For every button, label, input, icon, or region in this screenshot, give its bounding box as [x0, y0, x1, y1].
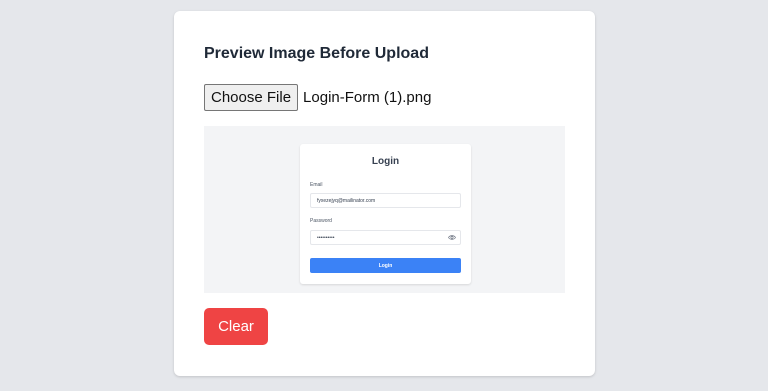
choose-file-button[interactable]: Choose File [204, 83, 299, 111]
preview-password-value: •••••••••• [317, 234, 335, 241]
preview-login-button: Login [310, 258, 461, 273]
preview-email-label: Email [310, 182, 323, 188]
preview-email-field: fyxezejyq@mailinator.com [310, 193, 461, 208]
preview-password-field: •••••••••• [310, 230, 461, 245]
preview-login-card: Login Email fyxezejyq@mailinator.com Pas… [300, 144, 471, 284]
eye-icon [448, 235, 456, 240]
upload-card: Preview Image Before Upload Choose File … [174, 11, 595, 376]
image-preview: Login Email fyxezejyq@mailinator.com Pas… [204, 126, 565, 293]
clear-button[interactable]: Clear [204, 308, 268, 345]
preview-password-label: Password [310, 218, 332, 224]
selected-file-name: Login-Form (1).png [303, 88, 432, 106]
preview-login-title: Login [371, 156, 400, 167]
preview-email-value: fyxezejyq@mailinator.com [317, 197, 376, 204]
page-title: Preview Image Before Upload [204, 45, 429, 62]
file-input[interactable]: Choose File Login-Form (1).png [204, 83, 431, 111]
